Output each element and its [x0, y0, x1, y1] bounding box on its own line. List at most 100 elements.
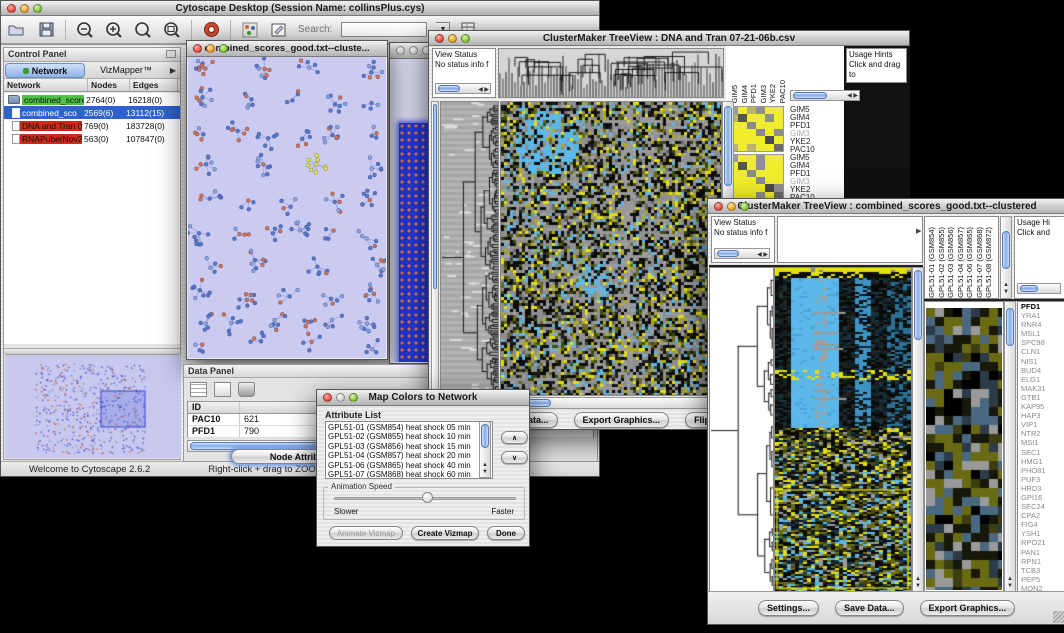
matrix-cell	[774, 122, 783, 129]
attribute-list-item[interactable]: GPL51-04 (GSM857) heat shock 20 min	[328, 451, 490, 460]
done-button[interactable]: Done	[487, 526, 525, 540]
move-up-button[interactable]: ∧	[501, 431, 528, 444]
zoom-button[interactable]	[33, 4, 42, 13]
slider-knob[interactable]	[422, 492, 433, 503]
tv1-zoom-hscrollbar[interactable]: ◀ ▶	[790, 90, 860, 101]
treeview1-titlebar[interactable]: ClusterMaker TreeView : DNA and Tran 07-…	[429, 31, 909, 46]
tv2-row-dendrogram[interactable]	[709, 267, 774, 593]
minimize-button[interactable]	[727, 202, 736, 211]
birdseye-view[interactable]	[5, 354, 179, 458]
attribute-list-item[interactable]: GPL51-07 (GSM868) heat shock 60 min	[328, 470, 490, 479]
tv2-gene-label: PHO81	[1021, 466, 1064, 475]
dialog-titlebar[interactable]: Map Colors to Network	[317, 390, 529, 406]
move-down-button[interactable]: ∨	[501, 451, 528, 464]
close-button[interactable]	[714, 202, 723, 211]
network-table-row[interactable]: combined_scores2764(0)16218(0)	[4, 93, 180, 106]
resize-grip[interactable]	[1053, 611, 1064, 623]
attribute-list[interactable]: GPL51-01 (GSM854) heat shock 05 minGPL51…	[325, 421, 493, 479]
tv2-save-data-button[interactable]: Save Data...	[835, 600, 904, 616]
zoom-selected-icon[interactable]	[133, 20, 153, 40]
tab-vizmapper[interactable]: VizMapper™	[87, 63, 165, 78]
matrix-cell	[756, 136, 765, 143]
network-table-row[interactable]: DNA and Tran 07769(0)183728(0)	[4, 119, 180, 132]
import-network-icon[interactable]	[240, 20, 260, 40]
network-table-row[interactable]: combined_sco2569(6)13112(15)	[4, 106, 180, 119]
tab-overflow-icon[interactable]: ▶	[166, 66, 180, 75]
attribute-list-item[interactable]: GPL51-01 (GSM854) heat shock 05 min	[328, 423, 490, 432]
attribute-table-icon[interactable]	[190, 382, 207, 397]
tv2-labels-scrollbar[interactable]: ▲▼	[1000, 216, 1012, 299]
network1-titlebar[interactable]: combined_scores_good.txt--cluste...	[187, 41, 387, 57]
tv2-column-label: GPL51-03 (GSM856)	[946, 227, 956, 298]
new-attribute-icon[interactable]	[214, 382, 231, 397]
tv2-vscrollbar[interactable]: ▲▼	[912, 267, 924, 593]
tv2-settings-button[interactable]: Settings...	[758, 600, 819, 616]
network-tab-icon	[23, 68, 29, 74]
zoom-button[interactable]	[349, 393, 358, 402]
zoom-button[interactable]	[461, 34, 470, 43]
scroll-arrows-icon[interactable]: ◀ ▶	[478, 85, 489, 95]
attribute-list-scrollbar[interactable]: ▲▼	[479, 422, 491, 478]
minimize-button[interactable]	[336, 393, 345, 402]
divider-arrow-icon[interactable]: ▶	[916, 227, 921, 235]
tv1-zoom-matrix-2[interactable]	[728, 154, 784, 200]
tab-network[interactable]: Network	[5, 63, 85, 78]
tv1-left-scrollbar[interactable]	[431, 101, 439, 396]
attribute-list-label: Attribute List	[325, 410, 381, 420]
search-input[interactable]	[341, 22, 427, 37]
close-button[interactable]	[193, 44, 202, 53]
tv2-status-scrollbar[interactable]: ◀ ▶	[714, 248, 770, 259]
tv1-heatmap[interactable]	[500, 101, 722, 396]
tv1-zoom-matrix-1[interactable]	[728, 106, 784, 152]
network-table-row[interactable]: RNAPuberNov2+I563(0)107847(0)	[4, 132, 180, 145]
minimize-button[interactable]	[206, 44, 215, 53]
zoom-button[interactable]	[219, 44, 228, 53]
zoom-out-icon[interactable]	[75, 20, 95, 40]
zoom-in-icon[interactable]	[104, 20, 124, 40]
main-titlebar[interactable]: Cytoscape Desktop (Session Name: collins…	[1, 1, 599, 16]
tv2-usage-scrollbar[interactable]	[1017, 283, 1061, 294]
matrix-cell	[765, 114, 774, 121]
tv2-heatmap[interactable]	[774, 267, 912, 593]
matrix-cell	[774, 155, 783, 162]
tv2-gene-label: CPA2	[1021, 511, 1064, 520]
tv1-row-dendrogram[interactable]	[440, 101, 499, 396]
attribute-list-item[interactable]: GPL51-06 (GSM865) heat shock 40 min	[328, 461, 490, 470]
network-window-1: combined_scores_good.txt--cluste...	[186, 40, 388, 360]
help-lifering-icon[interactable]	[201, 20, 221, 40]
minimize-button[interactable]	[20, 4, 29, 13]
float-panel-icon[interactable]	[166, 50, 176, 58]
matrix-cell	[765, 107, 774, 114]
tv2-column-label: GPL51-01 (GSM854)	[927, 227, 937, 298]
tv1-status-scrollbar[interactable]: ◀ ▶	[435, 83, 491, 94]
attribute-list-item[interactable]: GPL51-02 (GSM855) heat shock 10 min	[328, 432, 490, 441]
annotation-icon[interactable]	[269, 20, 289, 40]
zoom-button[interactable]	[740, 202, 749, 211]
tv1-export-graphics-button[interactable]: Export Graphics...	[574, 412, 670, 428]
zoom-fit-icon[interactable]	[162, 20, 182, 40]
tv2-column-dendrogram[interactable]	[777, 216, 923, 263]
treeview2-titlebar[interactable]: ClusterMaker TreeView : combined_scores_…	[708, 199, 1064, 214]
animate-vizmap-button[interactable]: Animate Vizmap	[329, 526, 403, 540]
tv2-zoom-heatmap-panel[interactable]	[924, 301, 1004, 593]
tv2-gene-label: SPC98	[1021, 338, 1064, 347]
scroll-arrows-icon[interactable]: ◀ ▶	[757, 250, 768, 260]
tv1-column-dendrogram[interactable]	[498, 48, 724, 98]
close-button[interactable]	[7, 4, 16, 13]
delete-attribute-icon[interactable]	[238, 382, 255, 397]
close-button[interactable]	[323, 393, 332, 402]
scroll-arrows-icon[interactable]: ◀ ▶	[847, 92, 858, 99]
create-vizmap-button[interactable]: Create Vizmap	[411, 526, 479, 540]
attribute-list-item[interactable]: GPL51-03 (GSM856) heat shock 15 min	[328, 442, 490, 451]
save-icon[interactable]	[36, 20, 56, 40]
minimize-button[interactable]	[448, 34, 457, 43]
close-button[interactable]	[396, 46, 405, 55]
matrix-cell	[756, 107, 765, 114]
tv2-export-graphics-button[interactable]: Export Graphics...	[920, 600, 1016, 616]
open-file-icon[interactable]	[7, 20, 27, 40]
close-button[interactable]	[435, 34, 444, 43]
tv2-zoom-scrollbar[interactable]: ▲▼	[1004, 301, 1016, 593]
tv1-column-label: PFD1	[749, 84, 759, 103]
minimize-button[interactable]	[409, 46, 418, 55]
network1-canvas[interactable]	[188, 57, 386, 358]
